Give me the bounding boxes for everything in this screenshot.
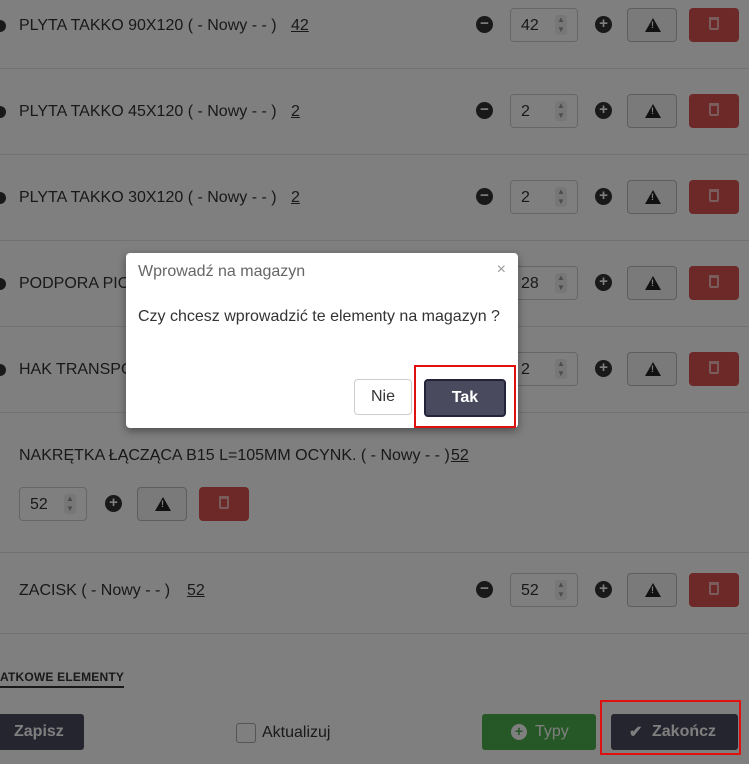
- dialog-message: Czy chcesz wprowadzić te elementy na mag…: [138, 308, 500, 325]
- highlight-box: [600, 700, 741, 755]
- highlight-box: [414, 365, 516, 428]
- close-icon[interactable]: ×: [497, 261, 506, 279]
- dialog-title: Wprowadź na magazyn: [138, 263, 306, 280]
- no-button[interactable]: Nie: [354, 379, 412, 415]
